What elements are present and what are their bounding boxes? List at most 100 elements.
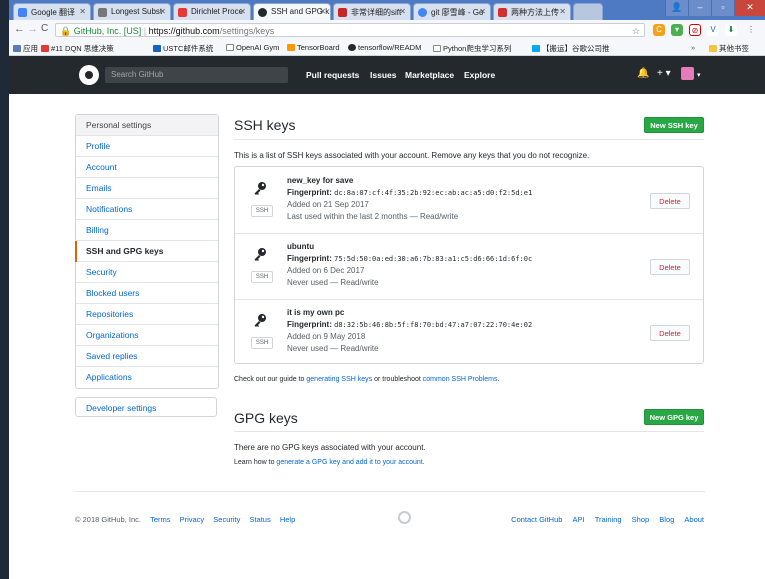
shield-extension-icon[interactable]: ▾ <box>671 24 683 36</box>
avatar[interactable] <box>681 67 694 80</box>
browser-tab[interactable]: 两种方法上传 ✕ <box>493 3 571 20</box>
footer-link-contact[interactable]: Contact GitHub <box>511 515 562 524</box>
back-icon[interactable]: ← <box>14 23 25 35</box>
footer-link-blog[interactable]: Blog <box>659 515 674 524</box>
github-header: Search GitHub Pull requests Issues Marke… <box>9 56 765 94</box>
sidebar-item-applications[interactable]: Applications <box>76 367 218 388</box>
sidebar-item-saved-replies[interactable]: Saved replies <box>76 346 218 367</box>
fingerprint-label: Fingerprint: <box>287 188 332 197</box>
new-tab-button[interactable] <box>573 3 603 20</box>
chevron-down-icon[interactable]: ▾ <box>697 71 701 79</box>
sidebar-item-account[interactable]: Account <box>76 157 218 178</box>
new-gpg-key-button[interactable]: New GPG key <box>644 409 704 425</box>
bookmark-item[interactable]: 【搬运】谷歌公司推 <box>532 43 610 54</box>
fingerprint-label: Fingerprint: <box>287 254 332 263</box>
nav-issues[interactable]: Issues <box>370 70 396 80</box>
generating-ssh-keys-link[interactable]: generating SSH keys <box>306 376 372 383</box>
close-icon[interactable]: ✕ <box>79 7 86 16</box>
minimize-icon[interactable]: – <box>688 0 711 16</box>
github-mark-icon[interactable] <box>398 511 411 524</box>
more-bookmarks-icon[interactable]: » <box>691 43 695 52</box>
bookmark-apps[interactable]: 应用 <box>13 43 38 54</box>
close-icon[interactable]: ✕ <box>399 7 406 16</box>
close-icon[interactable]: ✕ <box>239 7 246 16</box>
browser-tab[interactable]: git 廖雪峰 - Go ✕ <box>413 3 491 20</box>
extension-icon[interactable]: C <box>653 24 665 36</box>
menu-dots-icon[interactable]: ⋮ <box>745 24 757 36</box>
star-icon[interactable]: ☆ <box>632 24 640 38</box>
download-extension-icon[interactable]: ⬇ <box>725 24 737 36</box>
footer-link-privacy[interactable]: Privacy <box>180 515 205 524</box>
key-fingerprint: Fingerprint: 75:5d:50:0a:ed:30:a6:7b:83:… <box>287 254 532 263</box>
notifications-bell-icon[interactable]: 🔔 <box>637 68 649 79</box>
footer-link-shop[interactable]: Shop <box>632 515 650 524</box>
nav-marketplace[interactable]: Marketplace <box>405 70 454 80</box>
bookmark-item[interactable]: OpenAI Gym <box>226 43 279 52</box>
apps-grid-icon <box>13 45 21 52</box>
sidebar-item-developer-settings[interactable]: Developer settings <box>75 397 217 417</box>
reload-icon[interactable]: C <box>41 23 48 34</box>
footer-divider <box>75 491 705 492</box>
browser-tab[interactable]: Google 翻译 ✕ <box>13 3 91 20</box>
new-ssh-key-button[interactable]: New SSH key <box>644 117 704 133</box>
close-icon[interactable]: ✕ <box>479 7 486 16</box>
sidebar-item-ssh-gpg-keys[interactable]: SSH and GPG keys <box>75 241 218 262</box>
create-new-plus-icon[interactable]: + ▾ <box>657 68 671 79</box>
close-icon[interactable]: ✕ <box>319 7 326 16</box>
bookmark-item[interactable]: tensorflow/READM <box>348 43 421 52</box>
bookmark-item[interactable]: Python爬虫学习系列 <box>433 43 511 54</box>
delete-key-button[interactable]: Delete <box>650 259 690 275</box>
sidebar-item-billing[interactable]: Billing <box>76 220 218 241</box>
jianshu-icon <box>498 8 507 17</box>
nav-pull-requests[interactable]: Pull requests <box>306 70 359 80</box>
delete-key-button[interactable]: Delete <box>650 193 690 209</box>
common-ssh-problems-link[interactable]: common SSH Problems <box>423 376 498 383</box>
address-bar[interactable]: 🔒 GitHub, Inc. [US] | https://github.com… <box>55 23 645 37</box>
divider: | <box>143 26 147 36</box>
sidebar-item-emails[interactable]: Emails <box>76 178 218 199</box>
sidebar-item-blocked-users[interactable]: Blocked users <box>76 283 218 304</box>
delete-key-button[interactable]: Delete <box>650 325 690 341</box>
ssh-key-row: SSH it is my own pc Fingerprint: d8:32:5… <box>235 299 703 365</box>
footer-link-api[interactable]: API <box>573 515 585 524</box>
browser-tab-active[interactable]: SSH and GPG k ✕ <box>253 3 331 20</box>
footer-link-help[interactable]: Help <box>280 515 295 524</box>
footer-link-status[interactable]: Status <box>249 515 270 524</box>
user-profile-icon[interactable]: 👤 <box>665 0 688 16</box>
sidebar-item-profile[interactable]: Profile <box>76 136 218 157</box>
close-icon[interactable]: ✕ <box>159 7 166 16</box>
nav-explore[interactable]: Explore <box>464 70 495 80</box>
tensorboard-icon <box>287 44 295 51</box>
block-extension-icon[interactable]: ⊘ <box>689 24 701 36</box>
ssh-key-row: SSH new_key for save Fingerprint: dc:8a:… <box>235 167 703 234</box>
sidebar-heading: Personal settings <box>76 115 218 136</box>
ssh-description: This is a list of SSH keys associated wi… <box>234 151 590 160</box>
forward-icon[interactable]: → <box>27 23 38 35</box>
footer-link-about[interactable]: About <box>684 515 704 524</box>
footer-link-security[interactable]: Security <box>213 515 240 524</box>
bookmark-item[interactable]: TensorBoard <box>287 43 340 52</box>
generate-gpg-key-link[interactable]: generate a GPG key and add it to your ac… <box>276 459 422 466</box>
maximize-icon[interactable]: ▫ <box>711 0 734 16</box>
sidebar-item-organizations[interactable]: Organizations <box>76 325 218 346</box>
browser-tab[interactable]: Longest Subst ✕ <box>93 3 171 20</box>
browser-tab[interactable]: Dirichlet Proce ✕ <box>173 3 251 20</box>
close-window-icon[interactable]: ✕ <box>734 0 765 16</box>
browser-tab[interactable]: 非常详细的sift ✕ <box>333 3 411 20</box>
bookmark-item[interactable]: #11 DQN 思维决策 <box>41 43 114 54</box>
sidebar-item-notifications[interactable]: Notifications <box>76 199 218 220</box>
security-indicator[interactable]: GitHub, Inc. [US] <box>74 26 142 36</box>
github-logo-icon[interactable] <box>79 65 99 85</box>
other-bookmarks[interactable]: 其他书签 <box>709 43 749 54</box>
search-input[interactable]: Search GitHub <box>105 67 288 83</box>
vpn-extension-icon[interactable]: V <box>707 24 719 36</box>
key-icon <box>254 182 266 195</box>
bookmark-label: 其他书签 <box>719 44 749 53</box>
key-added-date: Added on 6 Dec 2017 <box>287 266 365 275</box>
bookmark-item[interactable]: USTC邮件系统 <box>153 43 213 54</box>
close-icon[interactable]: ✕ <box>559 7 566 16</box>
sidebar-item-security[interactable]: Security <box>76 262 218 283</box>
footer-link-training[interactable]: Training <box>595 515 622 524</box>
sidebar-item-repositories[interactable]: Repositories <box>76 304 218 325</box>
footer-link-terms[interactable]: Terms <box>150 515 170 524</box>
